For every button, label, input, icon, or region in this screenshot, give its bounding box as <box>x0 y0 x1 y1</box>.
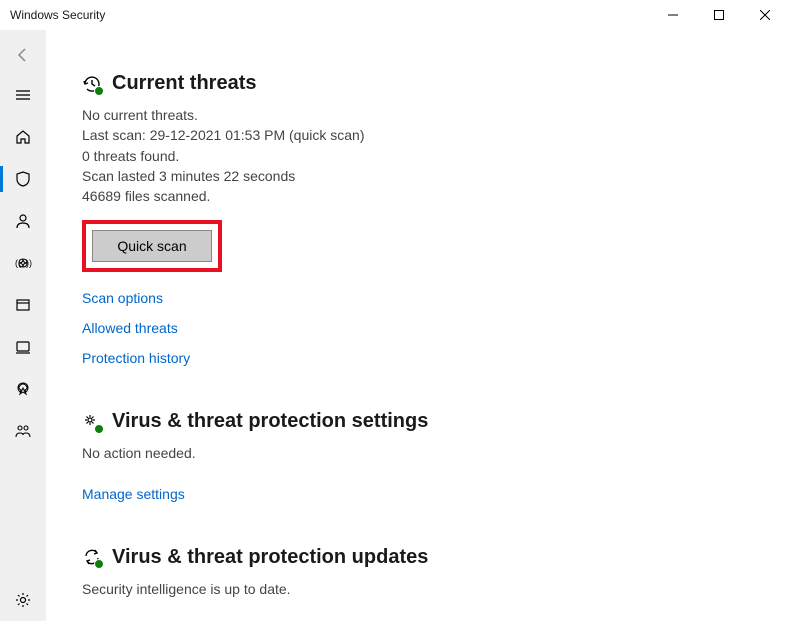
hamburger-menu[interactable] <box>0 74 46 116</box>
sidebar-item-device-security[interactable] <box>0 326 46 368</box>
current-threats-section: Current threats No current threats. Last… <box>82 72 752 366</box>
app-title: Windows Security <box>10 8 650 22</box>
last-scan-text: Last scan: 29-12-2021 01:53 PM (quick sc… <box>82 125 752 145</box>
settings-heading: Virus & threat protection settings <box>112 410 428 433</box>
scan-duration-text: Scan lasted 3 minutes 22 seconds <box>82 166 752 186</box>
scan-history-icon <box>82 74 102 94</box>
back-button[interactable] <box>0 36 46 74</box>
allowed-threats-link[interactable]: Allowed threats <box>82 320 752 336</box>
threats-found-text: 0 threats found. <box>82 146 752 166</box>
settings-status-text: No action needed. <box>82 443 752 463</box>
protection-settings-section: Virus & threat protection settings No ac… <box>82 410 752 501</box>
svg-text:((: (( <box>15 258 21 268</box>
window-controls <box>650 0 788 30</box>
protection-updates-section: Virus & threat protection updates Securi… <box>82 546 752 599</box>
sidebar-item-virus-protection[interactable] <box>0 158 46 200</box>
manage-settings-link[interactable]: Manage settings <box>82 486 752 502</box>
current-threats-heading: Current threats <box>112 72 256 95</box>
sidebar-item-account-protection[interactable] <box>0 200 46 242</box>
gear-shield-icon <box>82 412 102 432</box>
main-content: Current threats No current threats. Last… <box>46 30 788 621</box>
sidebar-item-settings[interactable] <box>0 579 46 621</box>
protection-history-link[interactable]: Protection history <box>82 350 752 366</box>
sidebar-item-device-performance[interactable] <box>0 368 46 410</box>
sidebar-item-firewall[interactable]: (()) <box>0 242 46 284</box>
updates-status-text: Security intelligence is up to date. <box>82 579 752 599</box>
close-button[interactable] <box>742 0 788 30</box>
no-threats-text: No current threats. <box>82 105 752 125</box>
quick-scan-button[interactable]: Quick scan <box>92 230 212 262</box>
svg-text:)): )) <box>26 258 32 268</box>
sidebar-item-family-options[interactable] <box>0 410 46 452</box>
sidebar-item-home[interactable] <box>0 116 46 158</box>
titlebar: Windows Security <box>0 0 788 30</box>
maximize-button[interactable] <box>696 0 742 30</box>
highlight-annotation: Quick scan <box>82 220 222 272</box>
scan-options-link[interactable]: Scan options <box>82 290 752 306</box>
files-scanned-text: 46689 files scanned. <box>82 186 752 206</box>
sidebar-item-app-browser[interactable] <box>0 284 46 326</box>
refresh-icon <box>82 547 102 567</box>
updates-heading: Virus & threat protection updates <box>112 546 428 569</box>
minimize-button[interactable] <box>650 0 696 30</box>
sidebar: (()) <box>0 30 46 621</box>
